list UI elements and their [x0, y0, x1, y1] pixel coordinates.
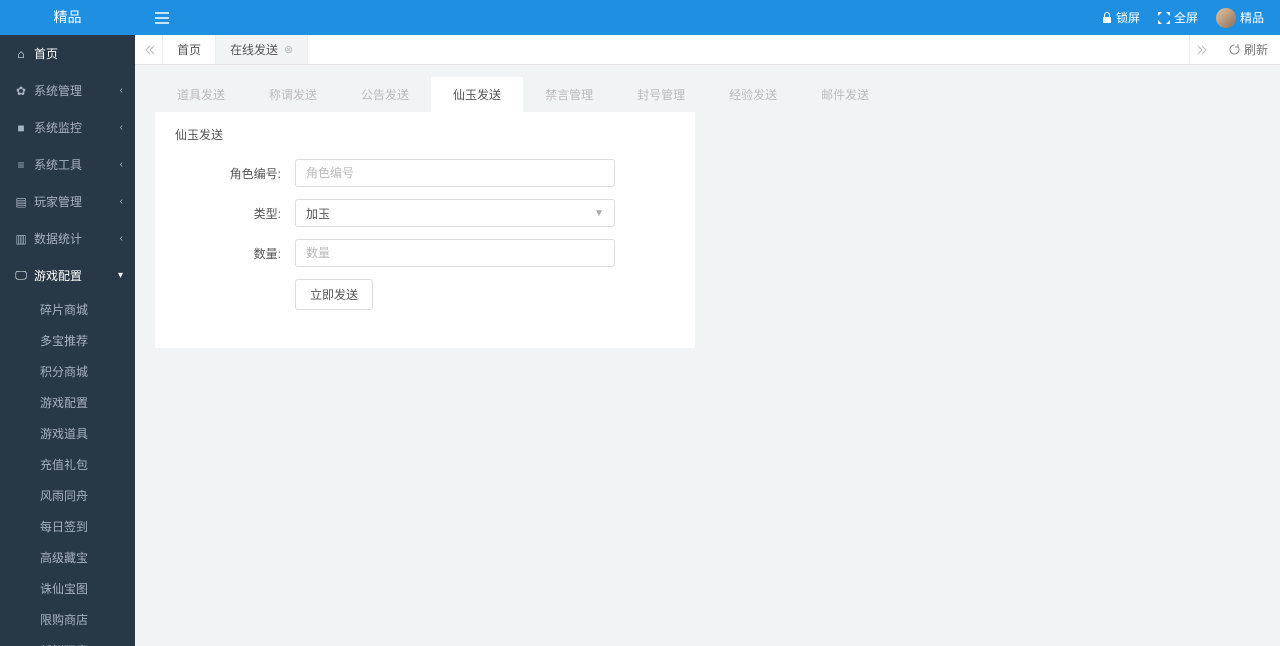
- submit-button[interactable]: 立即发送: [295, 279, 373, 310]
- nav-game-label: 游戏配置: [34, 267, 82, 284]
- nav-item-玩家管理[interactable]: ▤ 玩家管理 ‹: [0, 183, 135, 220]
- chevron-down-icon: ▾: [118, 270, 123, 281]
- qty-label: 数量:: [175, 245, 295, 262]
- sub-item-积分商城[interactable]: 积分商城: [0, 356, 135, 387]
- inner-tab-邮件发送[interactable]: 邮件发送: [799, 77, 891, 112]
- sub-item-高级藏宝[interactable]: 高级藏宝: [0, 542, 135, 573]
- sub-item-充值礼包[interactable]: 充值礼包: [0, 449, 135, 480]
- page-tabbar: 首页 在线发送 ⊗ 刷新: [135, 35, 1280, 65]
- nav-home[interactable]: ⌂ 首页: [0, 35, 135, 72]
- sub-item-游戏配置[interactable]: 游戏配置: [0, 387, 135, 418]
- lock-label: 锁屏: [1116, 9, 1140, 26]
- sidebar: ⌂ 首页 ✿ 系统管理 ‹ ■ 系统监控 ‹ ≡ 系统工具 ‹ ▤ 玩家管理 ‹ ▥ 数据统计 ‹ 🖵 游戏…: [0, 35, 135, 646]
- avatar: [1216, 8, 1236, 28]
- sub-item-每日签到[interactable]: 每日签到: [0, 511, 135, 542]
- tab-scroll-left[interactable]: [135, 35, 163, 64]
- chevron-left-icon: ‹: [120, 85, 123, 96]
- tab-home[interactable]: 首页: [163, 35, 216, 64]
- nav-home-label: 首页: [34, 45, 58, 62]
- list-icon: ≡: [14, 158, 28, 172]
- inner-tab-仙玉发送[interactable]: 仙玉发送: [431, 77, 523, 112]
- desktop-icon: 🖵: [14, 268, 28, 283]
- tab-home-label: 首页: [177, 41, 201, 58]
- expand-icon: [1158, 12, 1170, 24]
- home-icon: ⌂: [14, 47, 28, 61]
- bars-icon: ▥: [14, 232, 28, 246]
- inner-tab-道具发送[interactable]: 道具发送: [155, 77, 247, 112]
- sub-item-游戏道具[interactable]: 游戏道具: [0, 418, 135, 449]
- nav-item-label: 系统工具: [34, 156, 82, 173]
- sub-item-多宝推荐[interactable]: 多宝推荐: [0, 325, 135, 356]
- tab-online-send[interactable]: 在线发送 ⊗: [216, 35, 308, 64]
- sub-item-碎片商城[interactable]: 碎片商城: [0, 294, 135, 325]
- inner-tab-禁言管理[interactable]: 禁言管理: [523, 77, 615, 112]
- file-icon: ▤: [14, 195, 28, 209]
- chevron-left-icon: ‹: [120, 159, 123, 170]
- inner-tab-封号管理[interactable]: 封号管理: [615, 77, 707, 112]
- panel-title: 仙玉发送: [175, 126, 675, 143]
- chevron-left-icon: ‹: [120, 233, 123, 244]
- tab-active-label: 在线发送: [230, 41, 278, 58]
- lock-button[interactable]: 锁屏: [1102, 9, 1140, 26]
- nav-item-数据统计[interactable]: ▥ 数据统计 ‹: [0, 220, 135, 257]
- brand-logo: 精品: [0, 0, 135, 35]
- lock-icon: [1102, 12, 1112, 24]
- chevron-left-icon: ‹: [120, 196, 123, 207]
- sub-item-新鲜玩意[interactable]: 新鲜玩意: [0, 635, 135, 646]
- inner-tab-称谓发送[interactable]: 称谓发送: [247, 77, 339, 112]
- gear-icon: ✿: [14, 84, 28, 98]
- nav-item-label: 系统监控: [34, 119, 82, 136]
- inner-tab-公告发送[interactable]: 公告发送: [339, 77, 431, 112]
- form-panel: 仙玉发送 角色编号: 类型: 加玉 ▼: [155, 112, 695, 348]
- sub-item-诛仙宝图[interactable]: 诛仙宝图: [0, 573, 135, 604]
- user-name: 精品: [1240, 9, 1264, 26]
- type-label: 类型:: [175, 205, 295, 222]
- user-menu[interactable]: 精品: [1216, 8, 1264, 28]
- video-icon: ■: [14, 121, 28, 135]
- role-id-input[interactable]: [295, 159, 615, 187]
- tab-scroll-right[interactable]: [1189, 35, 1217, 64]
- nav-item-系统监控[interactable]: ■ 系统监控 ‹: [0, 109, 135, 146]
- close-icon[interactable]: ⊗: [284, 43, 293, 56]
- nav-item-系统管理[interactable]: ✿ 系统管理 ‹: [0, 72, 135, 109]
- refresh-icon: [1229, 44, 1240, 55]
- type-select-value: 加玉: [306, 205, 330, 222]
- refresh-button[interactable]: 刷新: [1217, 35, 1280, 64]
- inner-tabs: 道具发送称谓发送公告发送仙玉发送禁言管理封号管理经验发送邮件发送: [155, 77, 1260, 112]
- fullscreen-label: 全屏: [1174, 9, 1198, 26]
- sub-item-限购商店[interactable]: 限购商店: [0, 604, 135, 635]
- refresh-label: 刷新: [1244, 41, 1268, 58]
- role-id-label: 角色编号:: [175, 165, 295, 182]
- nav-item-label: 玩家管理: [34, 193, 82, 210]
- inner-tab-经验发送[interactable]: 经验发送: [707, 77, 799, 112]
- caret-down-icon: ▼: [594, 208, 604, 219]
- nav-item-系统工具[interactable]: ≡ 系统工具 ‹: [0, 146, 135, 183]
- sidebar-toggle[interactable]: [155, 12, 1102, 24]
- nav-item-label: 系统管理: [34, 82, 82, 99]
- sub-item-风雨同舟[interactable]: 风雨同舟: [0, 480, 135, 511]
- type-select[interactable]: 加玉 ▼: [295, 199, 615, 227]
- chevron-left-icon: ‹: [120, 122, 123, 133]
- fullscreen-button[interactable]: 全屏: [1158, 9, 1198, 26]
- nav-game-config[interactable]: 🖵 游戏配置 ▾: [0, 257, 135, 294]
- qty-input[interactable]: [295, 239, 615, 267]
- nav-item-label: 数据统计: [34, 230, 82, 247]
